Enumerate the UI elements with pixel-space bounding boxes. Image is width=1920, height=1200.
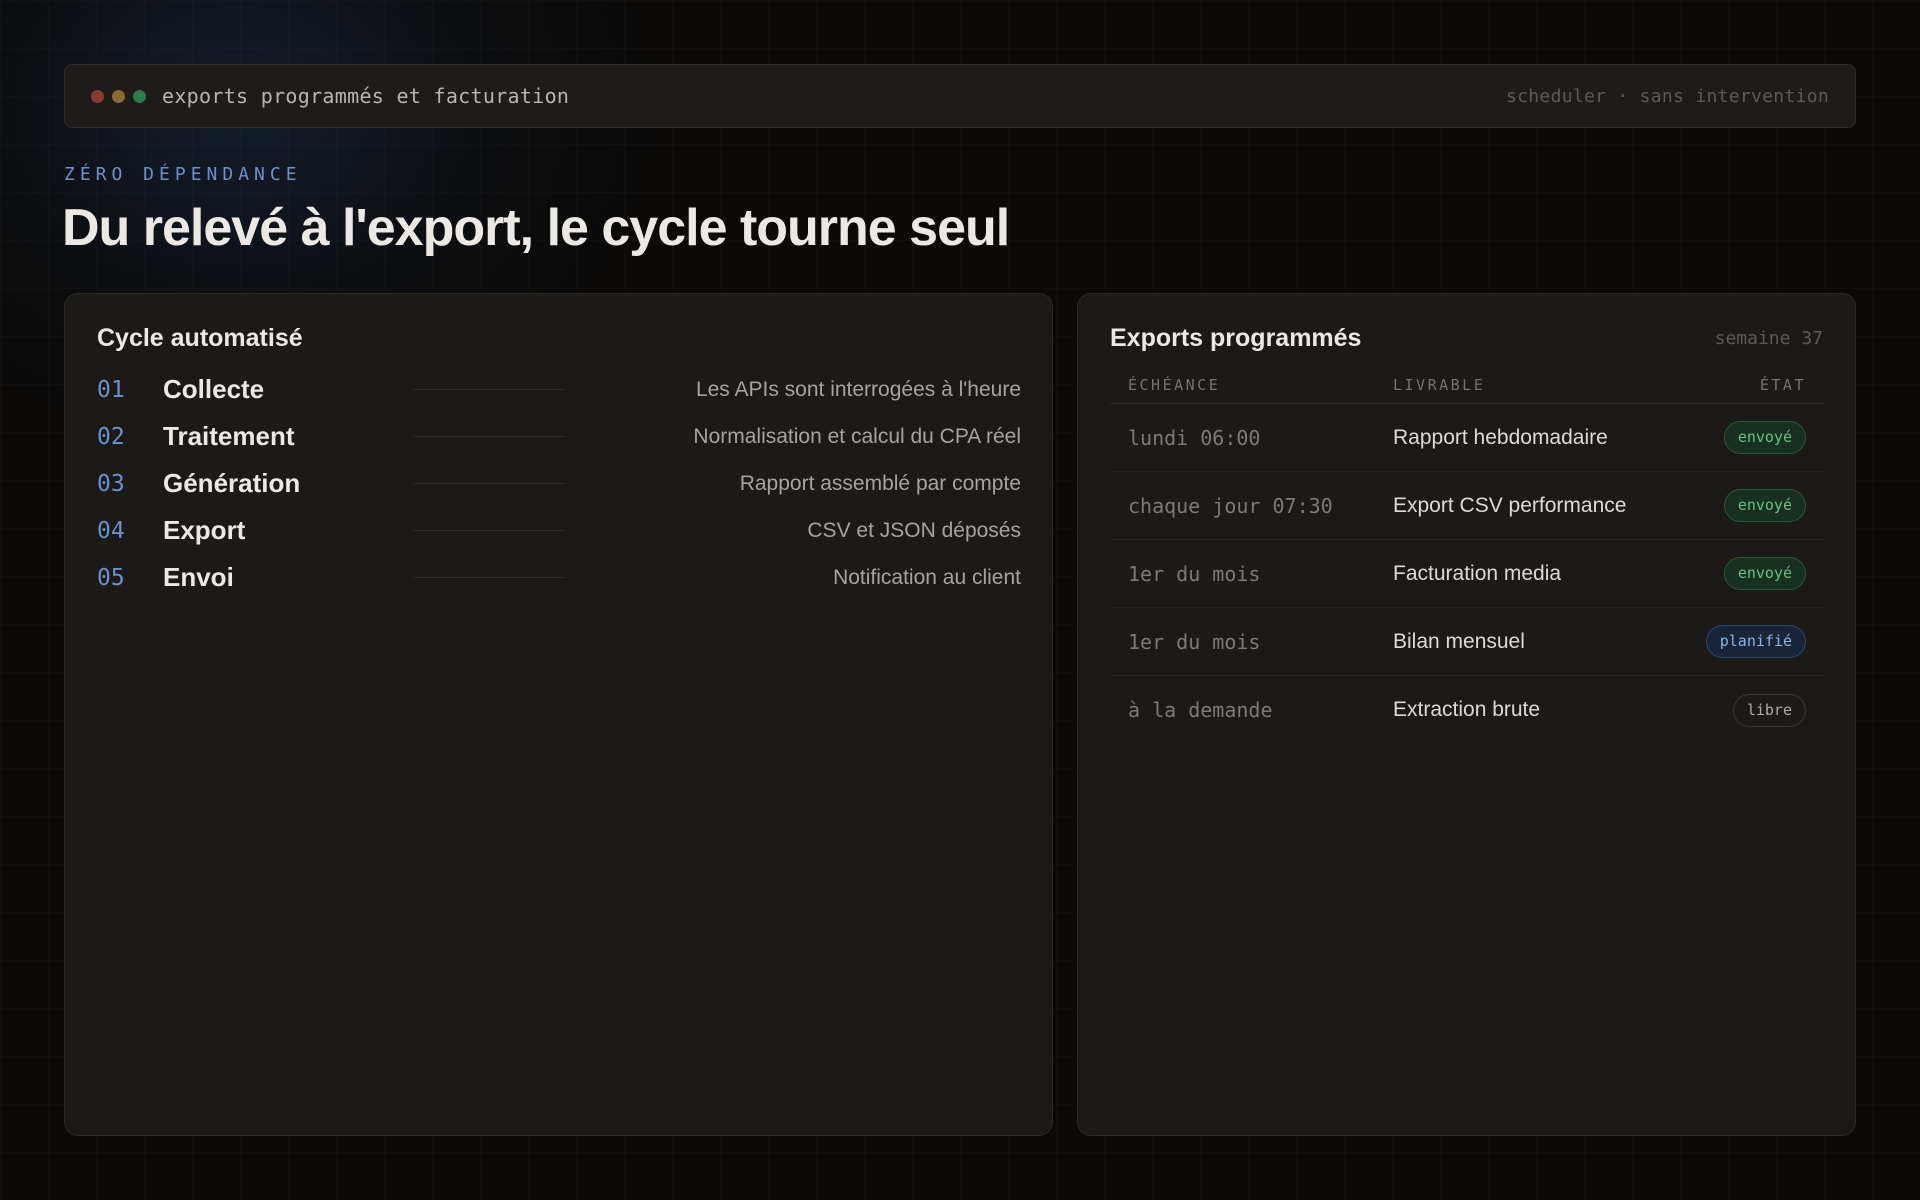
step-number: 04 xyxy=(97,517,125,544)
due-cell: à la demande xyxy=(1128,698,1273,722)
step-name: Export xyxy=(163,515,246,545)
cycle-steps: 01 Collecte Les APIs sont interrogées à … xyxy=(97,366,1021,601)
step-connector xyxy=(413,436,565,437)
cycle-step: 03 Génération Rapport assemblé par compt… xyxy=(97,460,1021,507)
due-cell: 1er du mois xyxy=(1128,561,1261,586)
step-description: Notification au client xyxy=(833,565,1021,589)
due-cell: 1er du mois xyxy=(1128,629,1261,654)
window-controls xyxy=(91,89,146,103)
maximize-window-dot[interactable] xyxy=(133,89,146,103)
table-row[interactable]: 1er du mois Facturation media envoyé xyxy=(1110,540,1824,608)
step-name: Envoi xyxy=(163,562,234,592)
step-description: Rapport assemblé par compte xyxy=(739,471,1021,495)
deliverable-cell: Rapport hebdomadaire xyxy=(1393,425,1608,449)
cycle-step: 05 Envoi Notification au client xyxy=(97,554,1021,601)
window-status: scheduler · sans intervention xyxy=(1506,85,1829,107)
cycle-step: 02 Traitement Normalisation et calcul du… xyxy=(97,413,1021,460)
deliverable-cell: Export CSV performance xyxy=(1393,493,1627,517)
status-badge: envoyé xyxy=(1723,421,1806,454)
step-number: 02 xyxy=(97,423,125,450)
step-name: Génération xyxy=(163,468,301,498)
step-connector xyxy=(413,577,565,578)
step-number: 05 xyxy=(97,564,125,591)
status-badge: envoyé xyxy=(1723,489,1806,522)
cycle-card: Cycle automatisé 01 Collecte Les APIs so… xyxy=(64,293,1053,1136)
table-row[interactable]: 1er du mois Bilan mensuel planifié xyxy=(1110,608,1824,676)
section-eyebrow: ZÉRO DÉPENDANCE xyxy=(64,164,302,185)
week-label: semaine 37 xyxy=(1714,328,1823,349)
column-header-state: ÉTAT xyxy=(1759,375,1806,394)
status-badge: planifié xyxy=(1705,625,1806,658)
deliverable-cell: Facturation media xyxy=(1393,561,1562,585)
due-cell: lundi 06:00 xyxy=(1128,425,1261,450)
column-header-deliverable: LIVRABLE xyxy=(1393,375,1486,394)
close-window-dot[interactable] xyxy=(91,89,104,103)
minimize-window-dot[interactable] xyxy=(112,89,125,103)
table-row[interactable]: lundi 06:00 Rapport hebdomadaire envoyé xyxy=(1110,404,1824,472)
step-number: 03 xyxy=(97,470,125,497)
step-name: Collecte xyxy=(163,374,265,404)
cycle-step: 04 Export CSV et JSON déposés xyxy=(97,507,1021,554)
step-connector xyxy=(413,389,565,390)
exports-title: Exports programmés xyxy=(1110,324,1362,352)
page-title: Du relevé à l'export, le cycle tourne se… xyxy=(62,199,1010,257)
table-row[interactable]: à la demande Extraction brute libre xyxy=(1110,676,1824,744)
step-number: 01 xyxy=(97,376,125,403)
step-description: Les APIs sont interrogées à l'heure xyxy=(695,377,1021,401)
status-badge: envoyé xyxy=(1723,557,1806,590)
step-description: CSV et JSON déposés xyxy=(807,518,1021,542)
column-header-due: ÉCHÉANCE xyxy=(1128,375,1221,394)
exports-table: ÉCHÉANCE LIVRABLE ÉTAT lundi 06:00 Rappo… xyxy=(1110,366,1824,744)
step-description: Normalisation et calcul du CPA réel xyxy=(693,424,1021,448)
window-title: exports programmés et facturation xyxy=(162,84,570,108)
deliverable-cell: Bilan mensuel xyxy=(1393,629,1525,653)
table-row[interactable]: chaque jour 07:30 Export CSV performance… xyxy=(1110,472,1824,540)
step-connector xyxy=(413,483,565,484)
deliverable-cell: Extraction brute xyxy=(1393,698,1541,721)
step-connector xyxy=(413,530,565,531)
step-name: Traitement xyxy=(163,421,295,451)
cycle-title: Cycle automatisé xyxy=(97,324,303,352)
status-badge: libre xyxy=(1732,693,1806,727)
table-header: ÉCHÉANCE LIVRABLE ÉTAT xyxy=(1110,366,1824,404)
exports-card: Exports programmés semaine 37 ÉCHÉANCE L… xyxy=(1077,293,1856,1136)
cycle-step: 01 Collecte Les APIs sont interrogées à … xyxy=(97,366,1021,413)
due-cell: chaque jour 07:30 xyxy=(1128,493,1333,518)
window-titlebar: exports programmés et facturation schedu… xyxy=(64,64,1856,128)
